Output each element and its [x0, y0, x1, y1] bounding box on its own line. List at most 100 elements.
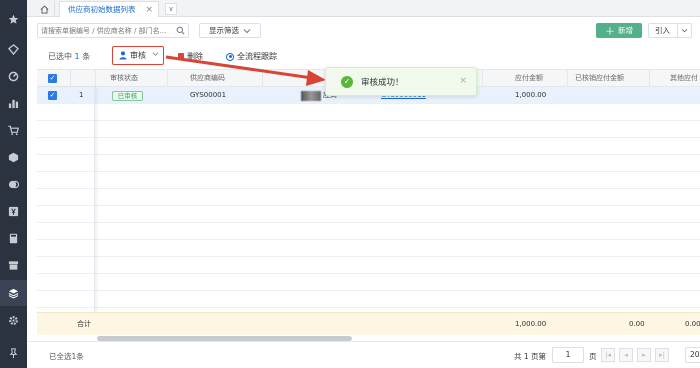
table-row-empty — [37, 240, 700, 257]
layers-icon — [8, 288, 19, 298]
table-row-empty — [37, 138, 700, 155]
success-toast: ✓ 审核成功！ × — [325, 67, 477, 96]
next-page-button[interactable]: ▸ — [637, 348, 651, 362]
audit-button[interactable]: 审核 — [112, 46, 164, 65]
full-trace-button[interactable]: 全流程跟踪 — [226, 51, 277, 62]
table-row-empty — [37, 206, 700, 223]
column-divider — [167, 70, 168, 87]
toast-close-icon[interactable]: × — [459, 76, 467, 86]
column-divider — [567, 70, 568, 87]
coins-icon — [8, 180, 19, 188]
table-row-empty — [37, 121, 700, 138]
yen-icon — [8, 206, 19, 216]
trace-label: 全流程跟踪 — [237, 52, 277, 61]
import-button[interactable]: 引入 — [648, 23, 692, 38]
total-amount: 1,000.00 — [515, 320, 547, 328]
sidebar-item-3[interactable] — [0, 90, 27, 116]
header-other-payable[interactable]: 其他应付 — [670, 70, 698, 87]
bar-chart-icon — [8, 99, 19, 108]
calculator-icon — [9, 233, 18, 243]
sidebar-item-10-active[interactable] — [0, 280, 27, 306]
trash-icon — [178, 53, 184, 60]
target-icon — [226, 52, 234, 61]
first-page-button[interactable]: |◂ — [601, 348, 615, 362]
sidebar — [0, 0, 27, 368]
diamond-icon — [8, 43, 19, 55]
star-icon — [8, 14, 19, 24]
search-input[interactable] — [41, 25, 173, 37]
sidebar-pin[interactable] — [0, 340, 27, 366]
total-row: 合计 1,000.00 0.00 0.00 — [37, 312, 700, 335]
tab-bar: 供应商初始数据列表 × ∨ — [27, 0, 700, 17]
home-tab[interactable] — [35, 1, 55, 17]
select-all-checkbox[interactable]: ✓ — [48, 74, 57, 83]
status-badge: 已审核 — [112, 91, 143, 101]
table-row-empty — [37, 291, 700, 308]
page-size-select[interactable]: 20 — [685, 347, 700, 363]
selected-suffix: 条 — [82, 52, 91, 61]
table-row-empty — [37, 172, 700, 189]
all-selected-text: 已全选1条 — [49, 352, 84, 361]
gear-icon — [9, 315, 18, 325]
table-row-empty — [37, 189, 700, 206]
header-written-off-amount[interactable]: 已核销应付金额 — [575, 70, 624, 87]
new-button[interactable]: ＋ 新增 — [596, 23, 642, 38]
column-divider — [70, 70, 71, 87]
column-divider — [262, 70, 263, 87]
chevron-down-icon — [152, 52, 159, 56]
chevron-down-icon — [243, 28, 251, 33]
import-label: 引入 — [655, 26, 670, 35]
header-audit-status[interactable]: 审核状态 — [110, 70, 138, 87]
column-divider — [95, 70, 96, 87]
selected-prefix: 已选中 — [48, 52, 72, 61]
column-divider — [482, 70, 483, 87]
total-label: 合计 — [77, 320, 91, 328]
new-label: 新增 — [618, 26, 633, 35]
tab-more-chevron-icon[interactable]: ∨ — [165, 3, 177, 15]
column-divider — [649, 70, 650, 87]
sidebar-item-1[interactable] — [0, 36, 27, 62]
chevron-down-icon — [681, 28, 688, 33]
delete-button[interactable]: 删除 — [178, 51, 203, 62]
sidebar-item-7[interactable] — [0, 198, 27, 224]
page-unit-text: 页 — [589, 352, 597, 361]
header-payable-amount[interactable]: 应付金额 — [515, 70, 543, 87]
sidebar-favorites[interactable] — [0, 6, 27, 32]
archive-icon — [8, 260, 19, 270]
show-filter-button[interactable]: 显示筛选 — [199, 23, 261, 38]
sidebar-item-2[interactable] — [0, 63, 27, 89]
tab-close-icon[interactable]: × — [145, 5, 153, 15]
home-icon — [40, 4, 49, 14]
toast-message: 审核成功！ — [361, 78, 404, 88]
tab-supplier-initial-data[interactable]: 供应商初始数据列表 × — [59, 1, 159, 17]
gauge-icon — [8, 71, 19, 81]
frozen-columns-shadow — [37, 87, 95, 312]
total-pages-text: 共 1 页第 — [514, 352, 547, 361]
table-row-empty — [37, 274, 700, 291]
plus-icon: ＋ — [605, 27, 615, 38]
search-icon[interactable] — [176, 26, 185, 35]
prev-page-button[interactable]: ◂ — [619, 348, 633, 362]
import-dropdown-icon[interactable] — [677, 24, 691, 37]
tab-label: 供应商初始数据列表 — [68, 5, 136, 14]
sidebar-item-8[interactable] — [0, 225, 27, 251]
table-row-empty — [37, 223, 700, 240]
check-circle-icon: ✓ — [341, 76, 353, 88]
sidebar-item-6[interactable] — [0, 171, 27, 197]
last-page-button[interactable]: ▸| — [655, 348, 669, 362]
filter-label: 显示筛选 — [209, 26, 239, 35]
table-row-empty — [37, 104, 700, 121]
header-supplier-code[interactable]: 供应商编码 — [190, 70, 225, 87]
data-table: ✓ 审核状态 供应商编码 应付金额 已核销应付金额 其他应付 ✓ 1 已审核 G… — [37, 69, 700, 341]
page-number-input[interactable]: 1 — [552, 347, 584, 363]
sidebar-item-5[interactable] — [0, 144, 27, 170]
table-row-empty — [37, 155, 700, 172]
user-icon — [119, 51, 127, 60]
sidebar-item-4[interactable] — [0, 117, 27, 143]
table-row-empty — [37, 257, 700, 274]
sidebar-settings[interactable] — [0, 307, 27, 333]
selected-count-text: 已选中 1 条 — [48, 51, 90, 62]
sidebar-item-9[interactable] — [0, 252, 27, 278]
cube-icon — [8, 152, 19, 162]
selected-count: 1 — [74, 52, 80, 61]
